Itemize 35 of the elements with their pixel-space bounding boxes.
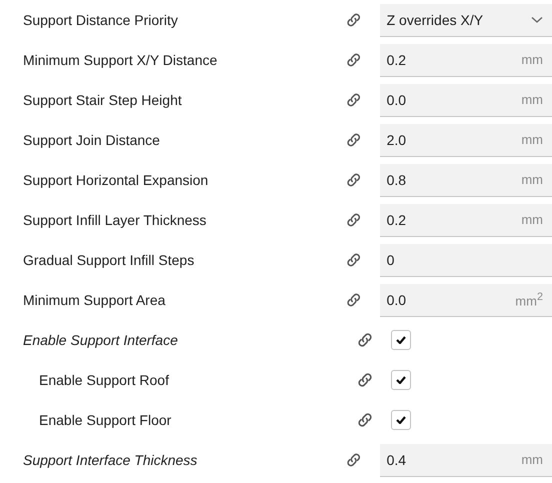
input-field[interactable]: 0.0 mm <box>380 84 552 116</box>
checkmark-icon <box>396 336 406 344</box>
checkbox[interactable] <box>391 410 411 430</box>
setting-label: Enable Support Interface <box>22 332 179 348</box>
input-field[interactable]: 0.2 mm <box>380 44 552 76</box>
setting-label: Support Horizontal Expansion <box>22 172 210 188</box>
dropdown[interactable]: Z overrides X/Y <box>380 4 552 36</box>
setting-label: Support Infill Layer Thickness <box>22 212 208 228</box>
setting-label: Support Distance Priority <box>22 12 179 28</box>
unit-label: mm <box>521 452 543 467</box>
input-field[interactable]: 0.2 mm <box>380 204 552 236</box>
input-field[interactable]: 0.4 mm <box>380 444 552 476</box>
checkbox[interactable] <box>391 330 411 350</box>
chevron-icon <box>531 16 543 24</box>
setting-label: Support Join Distance <box>22 132 161 148</box>
unit-label: mm$^{2}$ <box>515 290 543 308</box>
unit-label: mm <box>521 132 543 147</box>
setting-label: Minimum Support Area <box>22 292 166 308</box>
unit-label: mm <box>521 52 543 67</box>
unit-label: mm <box>521 92 543 107</box>
setting-label: Enable Support Floor <box>38 412 172 428</box>
unit-label: mm <box>521 172 543 187</box>
input-field[interactable]: 0.0 mm$^{2}$ <box>380 284 552 316</box>
setting-label: Enable Support Roof <box>38 372 170 388</box>
setting-label: Support Interface Thickness <box>22 452 198 468</box>
checkmark-icon <box>396 376 406 384</box>
unit-label: mm <box>521 212 543 227</box>
input-field[interactable]: 0 <box>380 244 552 276</box>
setting-label: Support Stair Step Height <box>22 92 183 108</box>
checkmark-icon <box>396 416 406 424</box>
checkbox[interactable] <box>391 370 411 390</box>
input-field[interactable]: 0.8 mm <box>380 164 552 196</box>
input-field[interactable]: 2.0 mm <box>380 124 552 156</box>
setting-label: Minimum Support X/Y Distance <box>22 52 218 68</box>
setting-label: Gradual Support Infill Steps <box>22 252 196 268</box>
